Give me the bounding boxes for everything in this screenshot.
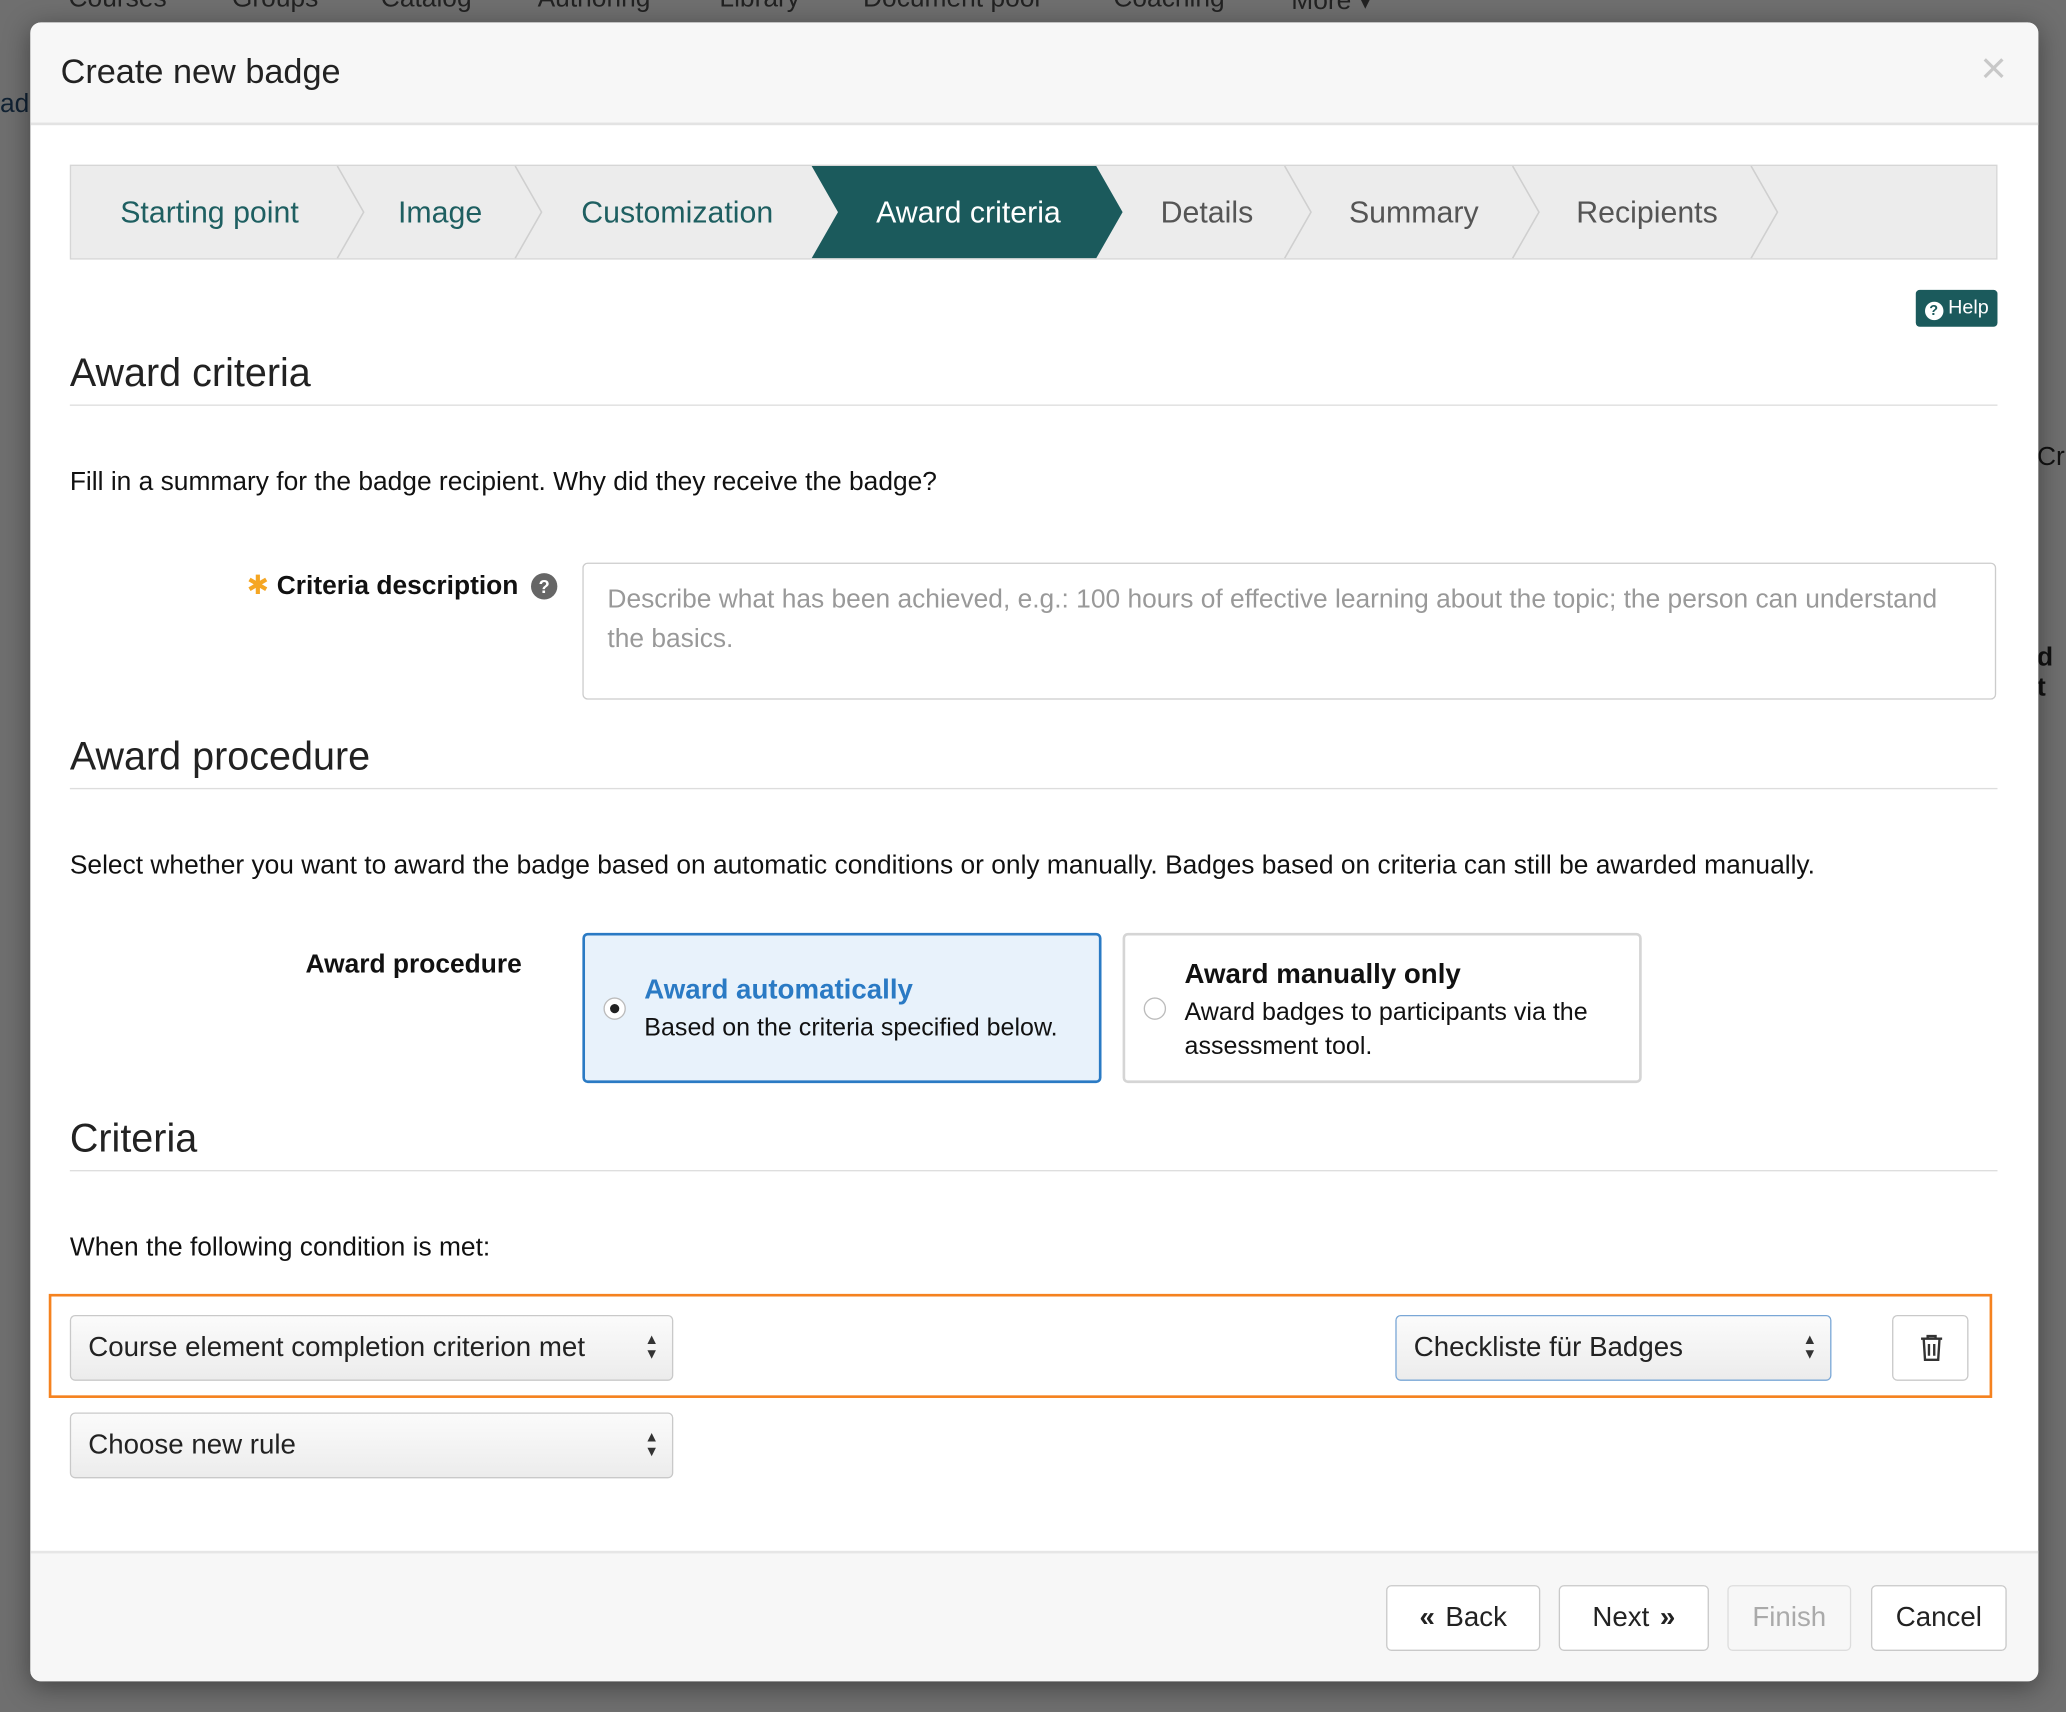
criteria-description-label: ✱ Criteria description ? [228,569,558,602]
new-rule-value: Choose new rule [88,1429,296,1460]
cancel-button[interactable]: Cancel [1870,1585,2007,1651]
nav-more: More ▾ [1291,0,1372,16]
back-button[interactable]: « Back [1386,1585,1541,1651]
nav-courses: Courses [69,0,167,14]
select-arrows-icon: ▲ ▼ [1802,1332,1817,1363]
help-circle-icon[interactable]: ? [530,573,558,600]
next-button[interactable]: Next » [1558,1585,1709,1651]
award-manually-option[interactable]: Award manually only Award badges to part… [1122,932,1642,1084]
award-procedure-heading: Award procedure [69,735,1998,790]
course-element-value: Checkliste für Badges [1413,1332,1683,1363]
delete-rule-button[interactable] [1892,1314,1969,1381]
chevron-separator [336,166,365,259]
criteria-description-textarea[interactable]: Describe what has been achieved, e.g.: 1… [582,562,1997,700]
step-image[interactable]: Image [398,166,482,258]
step-starting-point[interactable]: Starting point [120,166,299,258]
trash-icon [1921,1334,1943,1361]
background-fragment: d t [2037,642,2054,703]
finish-button[interactable]: Finish [1727,1585,1852,1651]
step-customization[interactable]: Customization [581,166,773,258]
help-button[interactable]: ? Help [1915,289,1998,327]
dialog-footer: « Back Next » Finish Cancel [30,1550,2039,1682]
criteria-intro: When the following condition is met: [69,1233,491,1263]
radio-selected[interactable] [603,997,626,1020]
award-automatically-option[interactable]: Award automatically Based on the criteri… [582,932,1102,1084]
award-criteria-heading: Award criteria [69,352,1998,406]
required-icon: ✱ [246,571,269,601]
nav-library: Library [719,0,800,14]
chevron-separator [514,166,543,259]
option-title: Award manually only [1184,959,1461,990]
radio-unselected[interactable] [1143,997,1167,1020]
new-rule-select[interactable]: Choose new rule ▲ ▼ [69,1412,674,1479]
double-chevron-right-icon: » [1659,1602,1676,1633]
nav-groups: Groups [232,0,318,14]
option-description: Based on the criteria specified below. [644,1014,1058,1043]
close-icon[interactable]: × [1981,43,2007,94]
background-fragment: ad [0,89,30,119]
chevron-separator [1511,166,1540,259]
select-arrows-icon: ▲ ▼ [644,1332,659,1363]
nav-coaching: Coaching [1113,0,1224,14]
background-fragment: Cr [2037,442,2065,472]
select-arrows-icon: ▲ ▼ [644,1429,659,1460]
nav-authoring: Authoring [538,0,651,14]
help-label: Help [1948,296,1989,319]
step-recipients[interactable]: Recipients [1576,166,1717,258]
option-title: Award automatically [644,975,913,1006]
step-summary[interactable]: Summary [1349,166,1479,258]
award-procedure-intro: Select whether you want to award the bad… [69,851,1815,881]
option-description: Award badges to participants via the ass… [1184,998,1588,1061]
next-label: Next [1592,1602,1650,1633]
back-label: Back [1445,1602,1507,1633]
rule-type-value: Course element completion criterion met [88,1332,586,1363]
award-procedure-label: Award procedure [305,949,522,979]
chevron-separator [1283,166,1312,259]
criteria-heading: Criteria [69,1117,1998,1172]
nav-catalog: Catalog [381,0,472,14]
dialog-header: Create new badge × [30,22,2039,126]
question-circle-icon: ? [1924,301,1943,321]
double-chevron-left-icon: « [1419,1602,1435,1633]
step-award-criteria[interactable]: Award criteria [876,166,1061,258]
nav-document-pool: Document pool [863,0,1040,14]
award-criteria-intro: Fill in a summary for the badge recipien… [69,467,937,497]
dialog-title: Create new badge [60,51,341,91]
course-element-select[interactable]: Checkliste für Badges ▲ ▼ [1395,1314,1832,1381]
criteria-description-text: Criteria description [276,571,519,601]
chevron-separator [1750,166,1779,259]
step-details[interactable]: Details [1161,166,1254,258]
wizard-steps: Starting point Image Customization Award… [69,164,1998,260]
create-badge-dialog: Create new badge × Starting point Image … [30,22,2039,1682]
rule-type-select[interactable]: Course element completion criterion met ▲… [69,1314,674,1381]
